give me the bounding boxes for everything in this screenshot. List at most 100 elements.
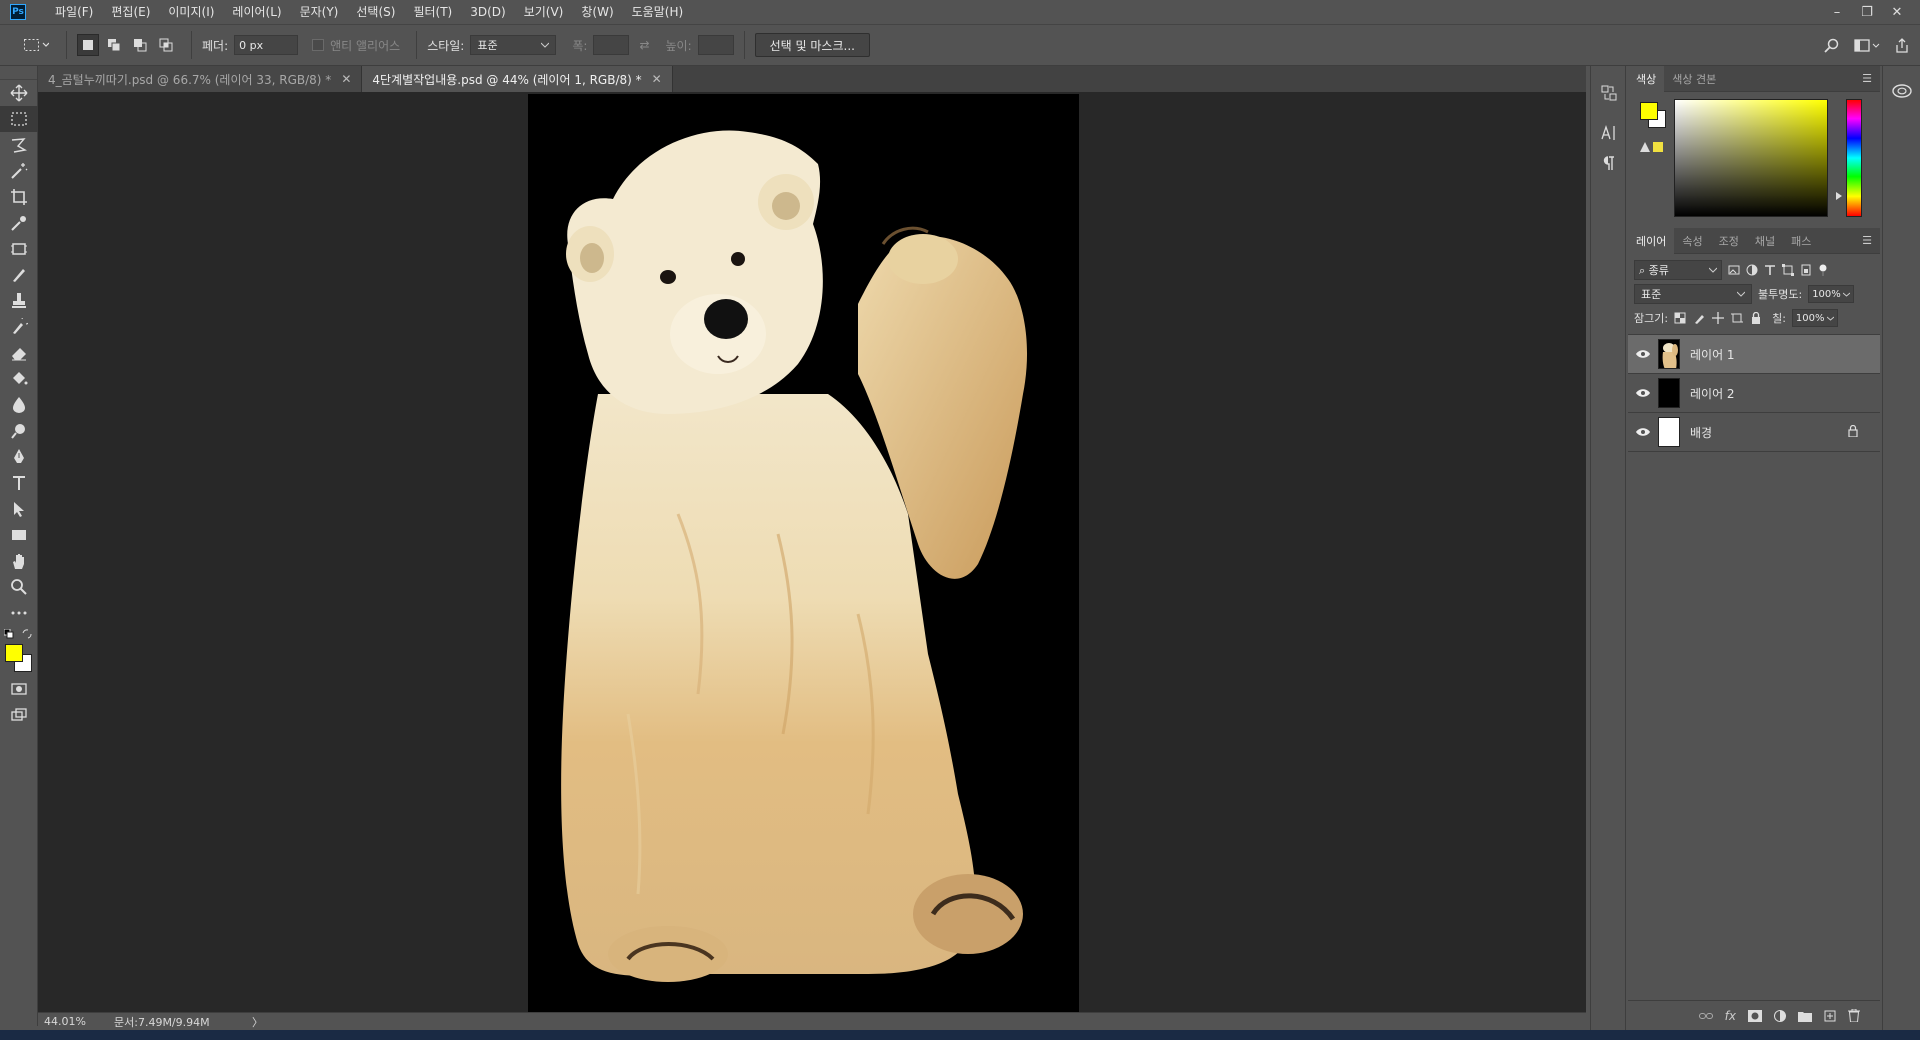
intersect-selection-button[interactable] [155,34,177,56]
opacity-input[interactable]: 100% [1808,285,1855,303]
menu-3d[interactable]: 3D(D) [461,0,514,24]
default-colors-icon[interactable] [4,629,14,639]
crop-tool[interactable] [0,184,38,210]
blend-mode-select[interactable]: 표준 [1634,284,1752,304]
document-tab-1[interactable]: 4_곰털누끼따기.psd @ 66.7% (레이어 33, RGB/8) * ✕ [38,66,363,92]
menu-file[interactable]: 파일(F) [46,0,102,24]
pen-tool[interactable] [0,444,38,470]
antialias-checkbox[interactable] [312,39,325,51]
move-tool[interactable] [0,80,38,106]
marquee-tool[interactable] [0,106,38,132]
tab-paths[interactable]: 패스 [1783,228,1819,254]
menu-edit[interactable]: 편집(E) [102,0,159,24]
subtract-selection-button[interactable] [129,34,151,56]
tab-channels[interactable]: 채널 [1747,228,1783,254]
tab-layers[interactable]: 레이어 [1628,227,1675,254]
zoom-level[interactable]: 44.01% [44,1015,114,1028]
trash-icon[interactable] [1848,1009,1860,1022]
height-input[interactable] [697,35,734,55]
tab-adjustments[interactable]: 조정 [1711,228,1747,254]
eyedropper-tool[interactable] [0,210,38,236]
lasso-tool[interactable] [0,132,38,158]
menu-image[interactable]: 이미지(I) [159,0,223,24]
menu-type[interactable]: 문자(Y) [291,0,348,24]
close-window-button[interactable]: ✕ [1882,5,1912,20]
close-tab-icon[interactable]: ✕ [652,72,662,86]
menu-view[interactable]: 보기(V) [515,0,573,24]
hand-tool[interactable] [0,548,38,574]
hue-slider[interactable] [1846,99,1862,217]
character-panel-button[interactable] [1591,118,1627,148]
filter-smart-object-icon[interactable] [1800,264,1812,276]
status-menu-arrow[interactable]: 〉 [252,1014,263,1030]
saturation-brightness-field[interactable] [1674,99,1828,217]
rectangle-tool[interactable] [0,522,38,548]
filter-toggle-icon[interactable] [1818,264,1828,276]
layer-row[interactable]: 레이어 1 [1628,335,1880,374]
add-mask-icon[interactable] [1748,1009,1762,1022]
minimize-button[interactable]: – [1822,5,1852,20]
panel-menu-icon[interactable]: ☰ [1862,72,1872,85]
path-selection-tool[interactable] [0,496,38,522]
lock-transparency-icon[interactable] [1674,312,1686,324]
new-selection-button[interactable] [77,34,99,56]
brush-tool[interactable] [0,262,38,288]
tab-properties[interactable]: 속성 [1674,228,1710,254]
restore-button[interactable]: ❐ [1852,5,1882,20]
swap-colors-icon[interactable] [22,629,32,639]
feather-input[interactable]: 0 px [234,35,299,55]
lock-all-icon[interactable] [1750,312,1762,324]
document-tab-2[interactable]: 4단계별작업내용.psd @ 44% (레이어 1, RGB/8) * ✕ [362,66,673,92]
document-canvas[interactable] [528,94,1079,1012]
close-tab-icon[interactable]: ✕ [341,72,351,86]
history-panel-button[interactable] [1591,78,1627,108]
new-layer-icon[interactable] [1824,1010,1836,1022]
color-panel-foreground[interactable] [1640,102,1658,120]
tab-color[interactable]: 색상 [1628,65,1665,92]
fill-input[interactable]: 100% [1791,309,1838,327]
select-and-mask-button[interactable]: 선택 및 마스크... [754,33,870,57]
toolbar-grip[interactable] [0,66,37,80]
width-input[interactable] [593,35,630,55]
blur-tool[interactable] [0,392,38,418]
fx-icon[interactable]: fx [1725,1009,1736,1023]
menu-layer[interactable]: 레이어(L) [223,0,290,24]
layer-row[interactable]: 배경 [1628,413,1880,452]
paint-bucket-tool[interactable] [0,366,38,392]
menu-filter[interactable]: 필터(T) [404,0,461,24]
workspace-icon[interactable] [1854,38,1880,54]
libraries-button[interactable] [1883,76,1920,106]
paragraph-panel-button[interactable] [1591,148,1627,178]
filter-shape-icon[interactable] [1782,264,1794,276]
visibility-toggle[interactable] [1628,349,1658,359]
menu-help[interactable]: 도움말(H) [623,0,693,24]
visibility-toggle[interactable] [1628,427,1658,437]
history-brush-tool[interactable] [0,314,38,340]
menu-select[interactable]: 선택(S) [347,0,404,24]
type-tool[interactable] [0,470,38,496]
new-group-icon[interactable] [1798,1010,1812,1022]
tool-preset-picker[interactable] [16,32,56,58]
stamp-tool[interactable] [0,288,38,314]
lock-position-icon[interactable] [1712,312,1725,324]
foreground-color-swatch[interactable] [5,644,23,662]
lock-artboard-icon[interactable] [1731,312,1744,324]
lock-pixels-icon[interactable] [1693,312,1705,324]
add-selection-button[interactable] [103,34,125,56]
magic-wand-tool[interactable] [0,158,38,184]
layer-filter-select[interactable]: ⌕ 종류 [1634,260,1722,280]
link-layers-icon[interactable] [1698,1011,1713,1021]
style-select[interactable]: 표준 [470,35,557,55]
more-tools[interactable] [0,600,38,626]
lock-icon[interactable] [1848,425,1858,437]
quick-mask-button[interactable] [0,676,38,702]
filter-adjustment-icon[interactable] [1746,264,1758,276]
gamut-warning[interactable] [1640,142,1663,152]
filter-pixel-icon[interactable] [1728,264,1740,276]
frame-tool[interactable] [0,236,38,262]
layer-row[interactable]: 레이어 2 [1628,374,1880,413]
eraser-tool[interactable] [0,340,38,366]
menu-window[interactable]: 창(W) [572,0,622,24]
visibility-toggle[interactable] [1628,388,1658,398]
zoom-tool[interactable] [0,574,38,600]
